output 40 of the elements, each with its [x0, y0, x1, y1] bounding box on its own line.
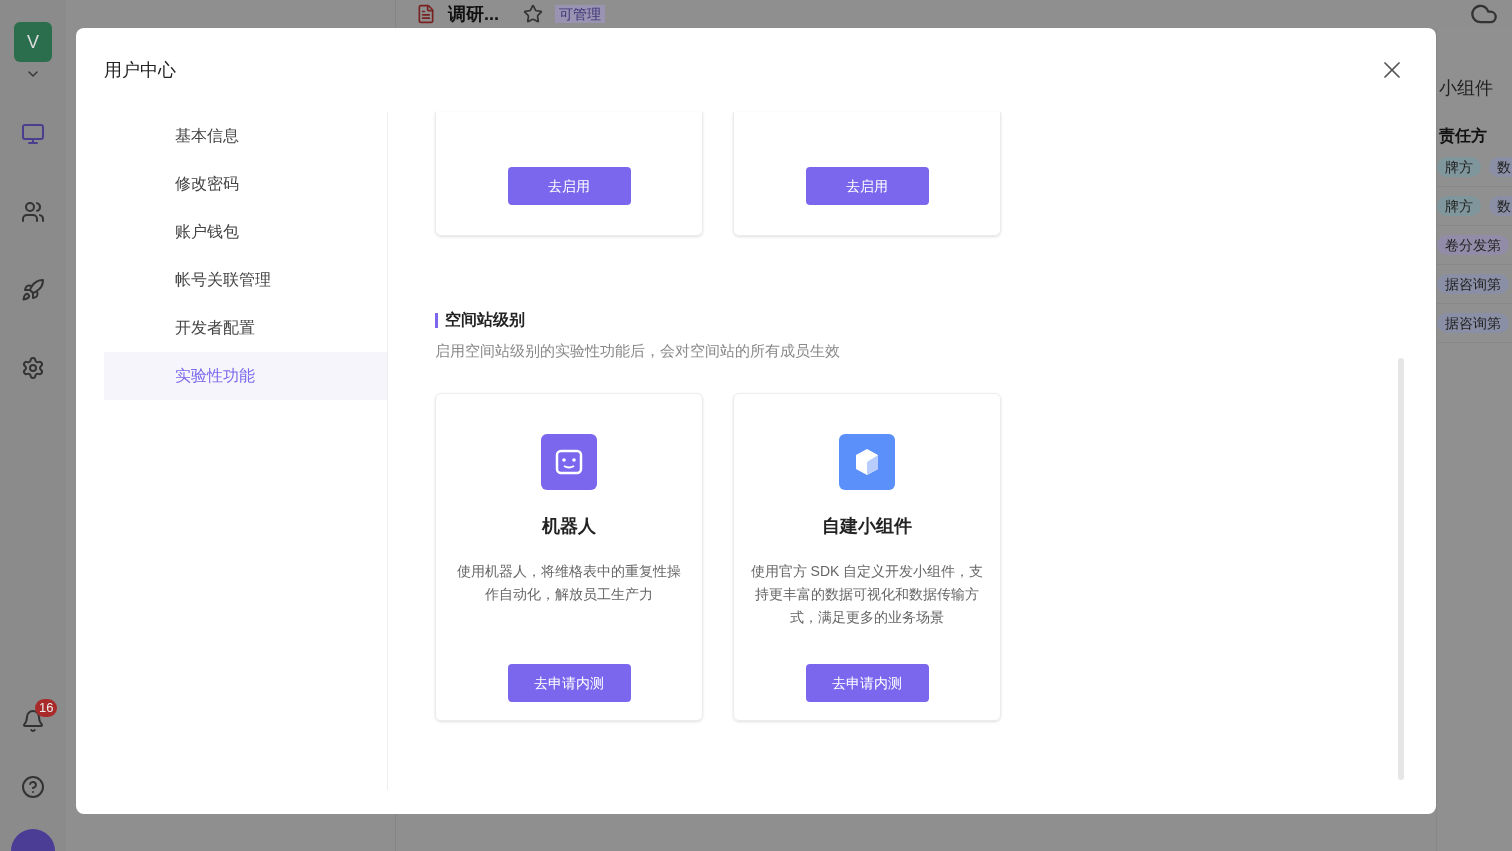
scrollbar[interactable] — [1398, 358, 1404, 780]
settings-icon[interactable] — [21, 356, 45, 380]
feature-description: 使用机器人，将维格表中的重复性操作自动化，解放员工生产力 — [456, 561, 682, 604]
nav-item[interactable]: 开发者配置 — [104, 304, 387, 352]
robot-icon — [541, 433, 597, 490]
star-icon[interactable] — [523, 4, 543, 24]
space-avatar[interactable]: V — [14, 22, 52, 62]
nav-item[interactable]: 帐号关联管理 — [104, 256, 387, 304]
section-title: 空间站级别 — [445, 310, 525, 330]
cube-icon — [839, 433, 895, 490]
column-header: 责任方 — [1438, 126, 1488, 147]
panel-title: 小组件 — [1438, 77, 1494, 100]
enable-button[interactable]: 去启用 — [805, 167, 929, 205]
tag: 据咨询第 — [1437, 313, 1509, 333]
nav-item[interactable]: 实验性功能 — [104, 352, 387, 400]
help-icon[interactable] — [21, 775, 45, 799]
feature-description: 使用官方 SDK 自定义开发小组件，支持更丰富的数据可视化和数据传输方式，满足更多的业务场景 — [750, 561, 984, 627]
tag: 牌方 — [1437, 157, 1481, 177]
monitor-icon[interactable] — [21, 122, 45, 146]
feature-title: 机器人 — [542, 514, 596, 538]
section-description: 启用空间站级别的实验性功能后，会对空间站的所有成员生效 — [435, 341, 841, 361]
tag: 据咨询第 — [1437, 274, 1509, 294]
nav-item[interactable]: 账户钱包 — [104, 208, 387, 256]
notification-badge: 16 — [35, 699, 58, 717]
tag: 卷分发第 — [1437, 235, 1509, 255]
permission-badge: 可管理 — [555, 5, 605, 23]
tag: 数 — [1489, 157, 1512, 177]
feature-title: 自建小组件 — [822, 514, 912, 538]
tag: 牌方 — [1437, 196, 1481, 216]
apply-beta-button[interactable]: 去申请内测 — [805, 663, 929, 702]
apply-beta-button[interactable]: 去申请内测 — [507, 663, 631, 702]
enable-button[interactable]: 去启用 — [507, 167, 631, 205]
tag: 数 — [1489, 196, 1512, 216]
rocket-icon[interactable] — [21, 278, 45, 302]
users-icon[interactable] — [21, 200, 45, 224]
document-title: 调研... — [448, 3, 499, 25]
nav-item[interactable]: 修改密码 — [104, 160, 387, 208]
document-icon — [416, 4, 436, 24]
nav-item[interactable]: 基本信息 — [104, 112, 387, 160]
dialog-title: 用户中心 — [104, 59, 176, 82]
